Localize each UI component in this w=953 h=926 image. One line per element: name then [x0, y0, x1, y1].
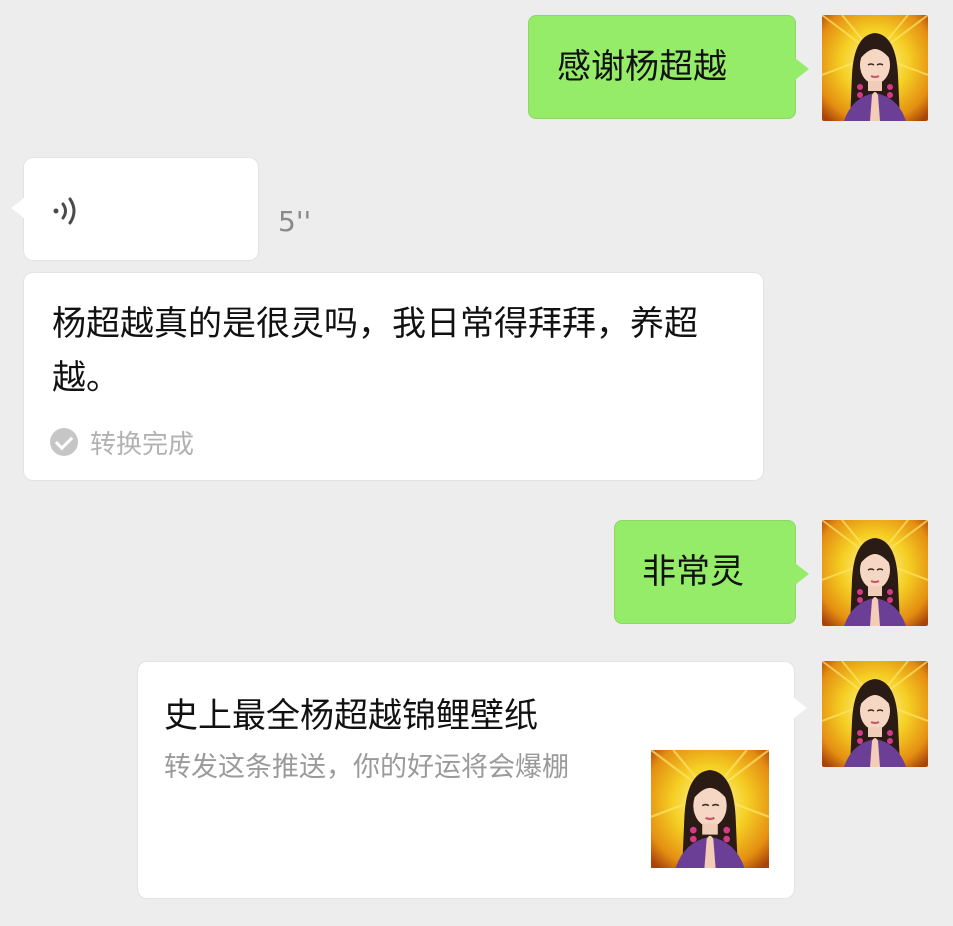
article-thumbnail [651, 750, 769, 868]
avatar[interactable] [822, 661, 928, 767]
status-label: 转换完成 [90, 429, 195, 460]
voice-duration: 5'' [278, 205, 312, 238]
message-text: 感谢杨超越 [557, 47, 727, 87]
transcription-text: 杨超越真的是很灵吗，我日常得拜拜，养超越。 [52, 304, 698, 398]
transcription-status: 转换完成 [50, 425, 195, 460]
avatar[interactable] [822, 520, 928, 626]
voice-wave-icon [50, 194, 84, 232]
sent-message-bubble[interactable]: 非常灵 [614, 520, 809, 624]
voice-message-bubble[interactable] [11, 157, 259, 261]
check-circle-icon [50, 428, 78, 456]
message-text: 非常灵 [642, 552, 744, 592]
article-title: 史上最全杨超越锦鲤壁纸 [164, 696, 538, 736]
sent-message-bubble[interactable]: 感谢杨超越 [528, 15, 809, 119]
avatar[interactable] [822, 15, 928, 121]
article-description: 转发这条推送，你的好运将会爆棚 [164, 752, 569, 783]
